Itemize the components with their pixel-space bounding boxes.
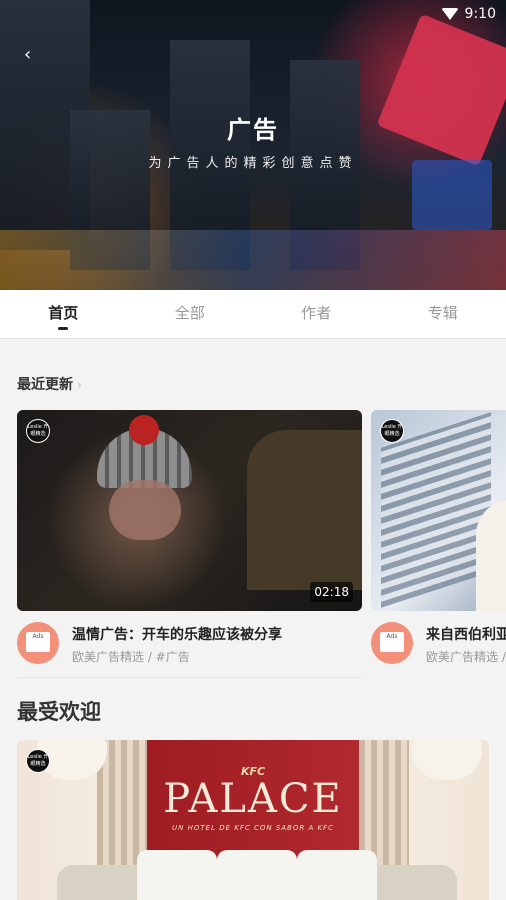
divider [17,677,362,678]
popular-section-title: 最受欢迎 [17,700,101,724]
video-title[interactable]: 温情广告：开车的乐趣应该被分享 [72,624,282,644]
channel-badge-icon: Leslie 开眼精选 [26,749,50,773]
thumbnail-figure [476,500,506,611]
header-banner: 9:10 ‹ 广告 为广告人的精彩创意点赞 [0,0,506,290]
status-bar: 9:10 [440,6,496,22]
page-subtitle: 为广告人的精彩创意点赞 [148,156,358,171]
chevron-right-icon: › [77,378,82,392]
author-avatar[interactable]: Ads [371,622,413,664]
thumbnail-figure [217,850,297,900]
neon-lights [0,230,506,290]
thumbnail-figure [137,850,217,900]
back-chevron-icon[interactable]: ‹ [24,44,31,65]
popular-video-thumbnail[interactable]: KFC PALACE UN HOTEL DE KFC CON SABOR A K… [17,740,489,900]
ads-logo-icon: Ads [380,632,404,652]
tab-albums[interactable]: 专辑 [380,290,506,338]
channel-badge-icon: Leslie 开眼精选 [26,419,50,443]
page-title: 广告 [227,116,279,144]
thumbnail-figure [109,480,181,540]
tab-bar: 首页 全部 作者 专辑 [0,290,506,339]
tab-authors[interactable]: 作者 [253,290,380,338]
video-duration: 02:18 [310,582,353,602]
wifi-icon [440,8,459,20]
palace-headline: PALACE [163,776,343,822]
video-meta: 欧美广告精选 / #广告 [72,650,190,664]
video-thumbnail[interactable]: Leslie 开眼精选 [371,410,506,611]
tab-all[interactable]: 全部 [127,290,254,338]
thumbnail-figure [129,415,159,445]
video-thumbnail[interactable]: Leslie 开眼精选 02:18 [17,410,362,611]
author-avatar[interactable]: Ads [17,622,59,664]
video-meta: 欧美广告精选 / [426,650,506,664]
thumbnail-figure [297,850,377,900]
recent-updates-title: 最近更新 [17,377,73,393]
status-time: 9:10 [464,6,496,22]
tab-home[interactable]: 首页 [0,290,127,338]
thumbnail-figure [247,430,362,590]
video-title[interactable]: 来自西伯利亚 [426,624,506,644]
recent-updates-header[interactable]: 最近更新 › [17,374,82,394]
channel-badge-icon: Leslie 开眼精选 [380,419,404,443]
palace-tagline: UN HOTEL DE KFC CON SABOR A KFC [172,824,334,832]
ads-logo-icon: Ads [26,632,50,652]
